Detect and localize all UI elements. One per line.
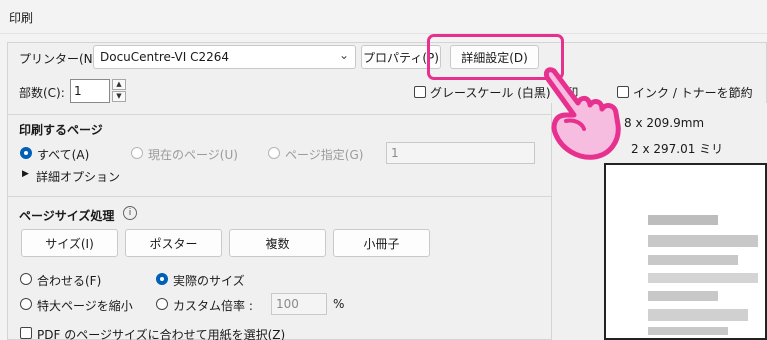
expand-triangle-icon[interactable]: ▶ [22,169,29,179]
printer-select[interactable]: DocuCentre-VI C2264 ⌄ [93,45,356,69]
multiple-button[interactable]: 複数 [229,229,326,257]
window-title: 印刷 [9,11,34,25]
section-divider [7,114,551,115]
fit-radio[interactable] [20,273,32,285]
page-range-input[interactable]: 1 [386,142,535,164]
poster-button[interactable]: ポスター [125,229,222,257]
shrink-radio[interactable] [20,298,32,310]
booklet-button[interactable]: 小冊子 [333,229,430,257]
actual-size-label: 実際のサイズ [173,274,245,288]
chevron-down-icon: ⌄ [338,48,349,62]
grayscale-checkbox[interactable] [414,86,426,98]
pdf-paper-checkbox[interactable] [20,327,32,339]
pages-all-label: すべて(A) [37,148,90,162]
copies-label: 部数(C): [19,86,65,100]
preview-text-block [648,309,748,321]
pages-current-label: 現在のページ(U) [148,148,238,162]
ink-save-label: インク / トナーを節約 [633,86,753,100]
percent-label: % [333,297,345,311]
pointing-hand-icon [543,67,621,160]
printer-label: プリンター(N): [19,52,102,66]
shrink-label: 特大ページを縮小 [37,299,133,313]
custom-scale-radio[interactable] [156,298,168,310]
pages-current-radio[interactable] [131,147,143,159]
pdf-paper-label: PDF のページサイズに合わせて用紙を選択(Z) [37,328,286,340]
copies-input[interactable]: 1 [70,79,110,103]
pages-heading: 印刷するページ [19,123,103,137]
preview-text-block [648,255,738,265]
custom-scale-label: カスタム倍率 : [173,299,253,313]
copies-down-button[interactable]: ▼ [112,91,126,102]
copies-up-button[interactable]: ▲ [112,79,126,90]
sizing-heading: ページサイズ処理 [19,209,115,223]
scale-input[interactable]: 100 [271,293,327,315]
pages-specify-radio[interactable] [268,147,280,159]
print-preview-page [604,163,767,340]
preview-size-mm-2: 2 x 297.01 ミリ [631,142,724,156]
actual-size-radio[interactable] [156,273,168,285]
preview-text-block [648,273,758,283]
fit-label: 合わせる(F) [37,274,102,288]
info-icon[interactable]: i [123,206,137,220]
preview-text-block [648,327,728,335]
preview-text-block [648,235,758,247]
section-divider [7,196,551,197]
size-button[interactable]: サイズ(I) [21,229,118,257]
title-bar: 印刷 [0,0,767,34]
preview-size-mm: 8 x 209.9mm [624,116,705,130]
pages-all-radio[interactable] [20,147,32,159]
pages-specify-label: ページ指定(G) [285,148,364,162]
preview-text-block [648,215,718,225]
printer-selected-value: DocuCentre-VI C2264 [100,50,230,64]
more-options-link[interactable]: 詳細オプション [36,168,120,185]
preview-text-block [648,291,718,301]
